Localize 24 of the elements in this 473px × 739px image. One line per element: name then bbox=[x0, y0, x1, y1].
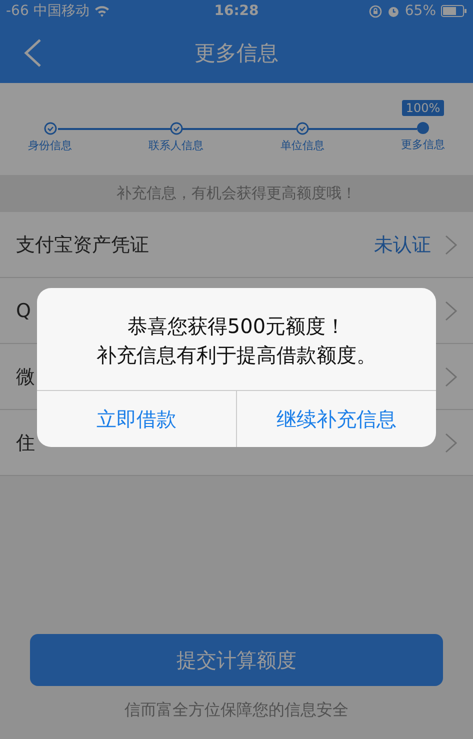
chevron-icon bbox=[445, 432, 457, 452]
security-note: 信而富全方位保障您的信息安全 bbox=[124, 700, 350, 721]
step-label: 单位信息 bbox=[280, 138, 324, 153]
chevron-icon bbox=[445, 300, 457, 320]
battery-icon bbox=[441, 5, 468, 17]
battery-percent: 65% bbox=[404, 3, 436, 19]
chevron-icon bbox=[445, 366, 457, 386]
info-row[interactable]: 支付宝资产凭证 未认证 bbox=[0, 212, 473, 278]
rotation-lock-icon bbox=[368, 4, 382, 18]
hint-text: 补充信息，有机会获得更高额度哦！ bbox=[0, 175, 473, 212]
clock-time: 16:28 bbox=[214, 3, 259, 19]
chevron-icon bbox=[445, 234, 457, 254]
alarm-icon bbox=[386, 4, 400, 18]
percent-badge: 100% bbox=[402, 100, 444, 116]
step-label: 身份信息 bbox=[28, 138, 72, 153]
step-label: 更多信息 bbox=[400, 137, 445, 152]
alert-button[interactable]: 继续补充信息 bbox=[236, 391, 436, 447]
carrier-text: -66 中国移动 bbox=[6, 2, 90, 20]
step-label: 联系人信息 bbox=[148, 138, 204, 153]
wifi-icon bbox=[94, 5, 110, 17]
submit-button[interactable]: 提交计算额度 bbox=[30, 634, 443, 686]
alert-message: 恭喜您获得500元额度！ bbox=[126, 313, 347, 340]
page-title: 更多信息 bbox=[194, 40, 278, 66]
alert-message: 补充信息有利于提高借款额度。 bbox=[96, 342, 378, 369]
